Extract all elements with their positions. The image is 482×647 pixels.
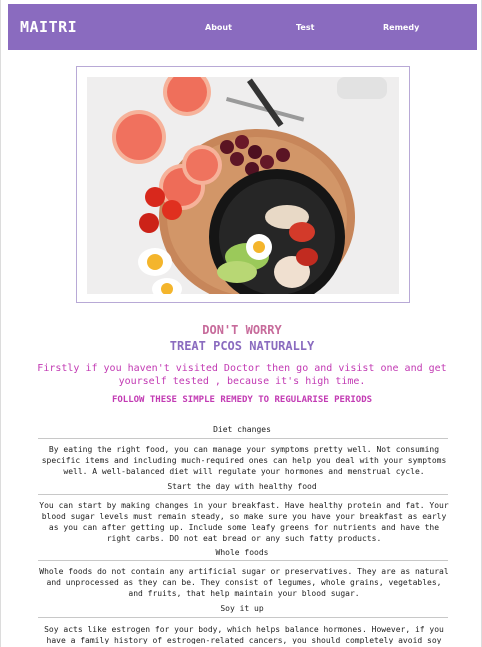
- hero-image-frame: [76, 66, 410, 303]
- section-title-diet: Diet changes: [213, 425, 271, 434]
- follow-heading: FOLLOW THESE SIMPLE REMEDY TO REGULARISE…: [111, 395, 373, 405]
- hero-image: [87, 77, 399, 294]
- page: MAITRI About Test Remedy DON'T WORRY TRE…: [0, 0, 482, 647]
- brand-logo[interactable]: MAITRI: [20, 18, 77, 36]
- divider: [38, 438, 448, 439]
- navbar: MAITRI About Test Remedy: [8, 4, 477, 50]
- food-photo: [87, 77, 399, 294]
- nav-link-remedy[interactable]: Remedy: [383, 23, 419, 32]
- divider: [38, 494, 448, 495]
- section-text-breakfast: You can start by making changes in your …: [39, 501, 449, 543]
- section-text-diet: By eating the right food, you can manage…: [41, 445, 447, 476]
- nav-link-about[interactable]: About: [205, 23, 232, 32]
- section-title-soy: Soy it up: [220, 604, 264, 613]
- heading-dont-worry: DON'T WORRY: [202, 323, 282, 337]
- section-text-soy: Soy acts like estrogen for your body, wh…: [44, 625, 444, 644]
- section-title-whole-foods: Whole foods: [215, 548, 269, 557]
- divider: [38, 617, 448, 618]
- divider: [38, 560, 448, 561]
- heading-treat-pcos: TREAT PCOS NATURALLY: [169, 339, 315, 353]
- intro-text: Firstly if you haven't visited Doctor th…: [37, 363, 447, 387]
- nav-link-test[interactable]: Test: [296, 23, 314, 32]
- section-title-breakfast: Start the day with healthy food: [167, 482, 317, 491]
- section-text-whole-foods: Whole foods do not contain any artificia…: [39, 567, 449, 598]
